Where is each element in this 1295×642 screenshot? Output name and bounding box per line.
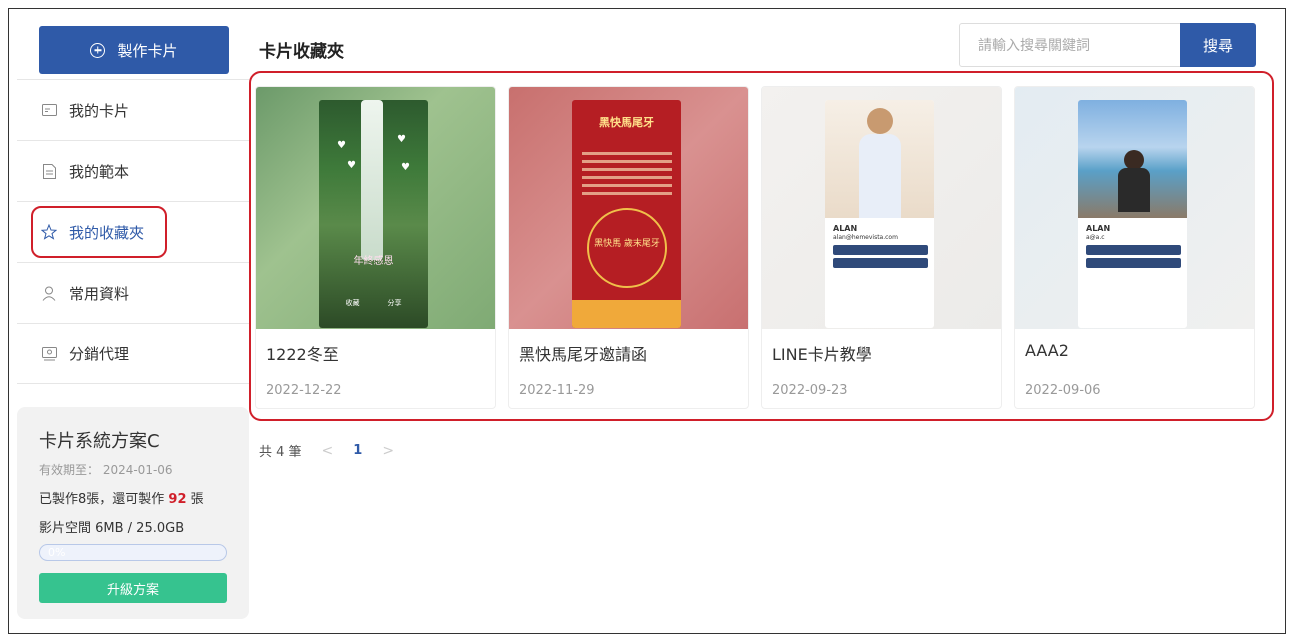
plan-valid-until: 有效期至： 2024-01-06 — [39, 463, 173, 477]
preview-heading: 黑快馬尾牙 — [599, 116, 654, 129]
make-card-button[interactable]: 製作卡片 — [39, 26, 229, 74]
card-item[interactable]: ♥ ♥ ♥ ♥ 年終感恩 收藏 分享 1222冬至 2022-12-22 — [255, 86, 496, 409]
agent-icon — [41, 346, 57, 362]
card-thumbnail: ALAN a@a.c — [1015, 87, 1254, 329]
plan-card-quota: 已製作8張，還可製作 92 張 — [39, 492, 204, 507]
card-preview: 黑快馬尾牙 黑快馬 歲末尾牙 — [572, 100, 681, 328]
sidebar-item-my-templates[interactable]: 我的範本 — [17, 140, 249, 201]
card-item[interactable]: ALAN alan@hemevista.com LINE卡片教學 2022-09… — [761, 86, 1002, 409]
sidebar-item-my-favorites[interactable]: 我的收藏夾 — [17, 201, 249, 262]
next-page-button[interactable]: > — [382, 443, 394, 459]
card-date: 2022-12-22 — [266, 383, 342, 398]
card-name: AAA2 — [1025, 341, 1069, 360]
preview-contact: ALAN alan@hemevista.com — [833, 224, 928, 268]
plan-title: 卡片系統方案C — [39, 431, 160, 452]
card-thumbnail: ALAN alan@hemevista.com — [762, 87, 1001, 329]
sidebar-nav: 我的卡片 我的範本 我的收藏夾 常用資料 分銷代理 — [17, 79, 249, 384]
sidebar-item-my-cards[interactable]: 我的卡片 — [17, 79, 249, 140]
card-date: 2022-09-06 — [1025, 383, 1101, 398]
card-name: LINE卡片教學 — [772, 345, 872, 364]
favorites-highlight-outline — [31, 206, 167, 258]
card-date: 2022-11-29 — [519, 383, 595, 398]
prev-page-button[interactable]: < — [322, 443, 334, 459]
preview-heading: 年終感恩 — [353, 256, 394, 267]
card-icon — [41, 102, 57, 118]
sidebar-item-distribution[interactable]: 分銷代理 — [17, 323, 249, 384]
sidebar: 製作卡片 我的卡片 我的範本 我的收藏夾 常用資料 分銷代理 卡片系統方案C 有… — [17, 9, 249, 633]
upgrade-plan-button[interactable]: 升級方案 — [39, 573, 227, 603]
page-title: 卡片收藏夾 — [259, 42, 344, 62]
card-item[interactable]: 黑快馬尾牙 黑快馬 歲末尾牙 黑快馬尾牙邀請函 2022-11-29 — [508, 86, 749, 409]
preview-actions: 收藏 分享 — [345, 299, 402, 307]
plus-circle-icon — [90, 42, 106, 58]
make-card-label: 製作卡片 — [117, 41, 178, 60]
progress-label: 0% — [48, 546, 66, 559]
pagination-total: 共 4 筆 — [259, 445, 302, 460]
card-name: 1222冬至 — [266, 345, 339, 364]
video-space-progress: 0% — [39, 544, 227, 561]
card-preview: ♥ ♥ ♥ ♥ 年終感恩 收藏 分享 — [319, 100, 428, 328]
user-icon — [41, 285, 57, 301]
card-preview: ALAN alan@hemevista.com — [825, 100, 934, 328]
search-input[interactable]: 請輸入搜尋關鍵詞 — [959, 23, 1181, 67]
page-number-button[interactable]: 1 — [353, 443, 362, 458]
app-frame: 製作卡片 我的卡片 我的範本 我的收藏夾 常用資料 分銷代理 卡片系統方案C 有… — [8, 8, 1286, 634]
sidebar-item-label: 分銷代理 — [69, 345, 130, 363]
card-item[interactable]: ALAN a@a.c AAA2 2022-09-06 — [1014, 86, 1255, 409]
search-button[interactable]: 搜尋 — [1180, 23, 1256, 67]
sidebar-item-label: 我的卡片 — [69, 101, 130, 120]
card-thumbnail: 黑快馬尾牙 黑快馬 歲末尾牙 — [509, 87, 748, 329]
video-space: 影片空間 6MB / 25.0GB — [39, 521, 185, 536]
card-thumbnail: ♥ ♥ ♥ ♥ 年終感恩 收藏 分享 — [256, 87, 495, 329]
sidebar-item-label: 我的範本 — [69, 162, 130, 181]
card-preview: ALAN a@a.c — [1078, 100, 1187, 328]
plan-panel: 卡片系統方案C 有效期至： 2024-01-06 已製作8張，還可製作 92 張… — [17, 407, 249, 619]
card-date: 2022-09-23 — [772, 383, 848, 398]
preview-contact: ALAN a@a.c — [1086, 224, 1181, 268]
sidebar-item-label: 常用資料 — [69, 284, 130, 303]
pagination: 共 4 筆 < 1 > — [259, 441, 394, 461]
sidebar-item-common-data[interactable]: 常用資料 — [17, 262, 249, 323]
preview-emblem: 黑快馬 歲末尾牙 — [587, 208, 667, 288]
remaining-count: 92 — [168, 492, 187, 507]
document-icon — [41, 163, 57, 179]
card-name: 黑快馬尾牙邀請函 — [519, 345, 648, 364]
